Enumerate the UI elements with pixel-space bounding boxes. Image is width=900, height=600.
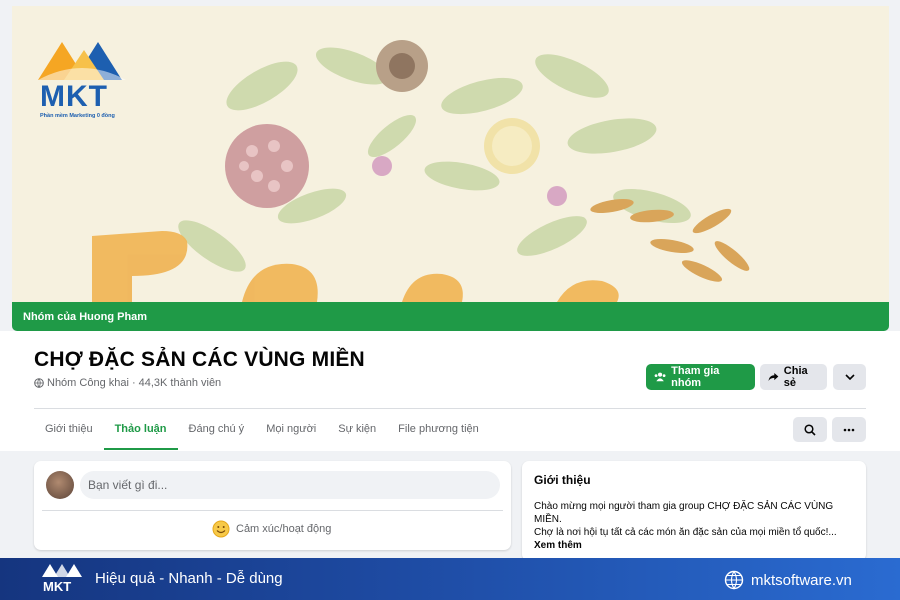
cover-illustration (12, 6, 889, 302)
tab-thao-luan[interactable]: Thảo luận (103, 410, 178, 450)
tab-gioi-thieu[interactable]: Giới thiệu (34, 410, 104, 450)
composer-divider (42, 510, 503, 511)
web-globe-icon (724, 570, 744, 590)
svg-text:MKT: MKT (43, 579, 71, 594)
join-group-label: Tham gia nhóm (671, 365, 720, 389)
logo-brand: MKT (40, 80, 108, 113)
feeling-activity-button[interactable]: Cảm xúc/hoạt động (212, 520, 331, 538)
tab-su-kien[interactable]: Sự kiện (327, 410, 387, 450)
about-description: Chợ là nơi hội tụ tất cả các món ăn đặc … (534, 527, 837, 538)
meta-separator: · (131, 377, 136, 389)
globe-icon (34, 378, 44, 388)
more-button[interactable] (832, 417, 866, 442)
tab-moi-nguoi[interactable]: Mọi người (255, 410, 327, 450)
share-button[interactable]: Chia sẻ (760, 364, 827, 390)
share-icon (768, 372, 779, 382)
chevron-down-icon (844, 374, 855, 380)
mkt-logo: MKT Phần mềm Marketing 0 đồng (34, 36, 134, 126)
cover-photo (12, 6, 889, 302)
share-label: Chia sẻ (783, 365, 808, 389)
footer-logo-icon: MKT (42, 564, 82, 594)
feeling-label: Cảm xúc/hoạt động (236, 523, 332, 535)
footer-slogan: Hiệu quả - Nhanh - Dễ dùng (95, 570, 283, 587)
about-card: Giới thiệu Chào mừng mọi người tham gia … (522, 461, 866, 561)
group-members[interactable]: 44,3K thành viên (139, 377, 222, 389)
search-button[interactable] (793, 417, 827, 442)
group-privacy[interactable]: Nhóm Công khai (47, 377, 129, 389)
smiley-icon (212, 520, 230, 538)
mkt-logo-mark (38, 42, 126, 80)
promo-footer: MKT Hiệu quả - Nhanh - Dễ dùng mktsoftwa… (0, 558, 900, 600)
compose-input[interactable]: Bạn viết gì đi... (80, 471, 500, 499)
group-tabs: Giới thiệu Thảo luận Đáng chú ý Mọi ngườ… (34, 410, 490, 450)
tab-file-phuong-tien[interactable]: File phương tiện (387, 410, 490, 450)
group-title[interactable]: CHỢ ĐẶC SẢN CÁC VÙNG MIỀN (34, 348, 365, 372)
see-more-link[interactable]: Xem thêm (534, 539, 854, 552)
footer-website[interactable]: mktsoftware.vn (724, 570, 852, 590)
group-icon (654, 372, 666, 382)
footer-website-label: mktsoftware.vn (751, 571, 852, 589)
avatar[interactable] (46, 471, 74, 499)
search-icon (804, 423, 816, 436)
post-composer: Bạn viết gì đi... Cảm xúc/hoạt động (34, 461, 511, 550)
more-icon (843, 428, 855, 431)
more-options-button[interactable] (833, 364, 866, 390)
header-divider (34, 408, 866, 409)
logo-tagline: Phần mềm Marketing 0 đồng (40, 113, 115, 119)
about-welcome-text: Chào mừng mọi người tham gia group CHỢ Đ… (534, 501, 834, 525)
tab-dang-chu-y[interactable]: Đáng chú ý (178, 410, 256, 450)
about-heading: Giới thiệu (534, 473, 591, 487)
group-owner-banner: Nhóm của Huong Pham (12, 302, 889, 331)
group-meta: Nhóm Công khai · 44,3K thành viên (34, 377, 221, 389)
join-group-button[interactable]: Tham gia nhóm (646, 364, 755, 390)
